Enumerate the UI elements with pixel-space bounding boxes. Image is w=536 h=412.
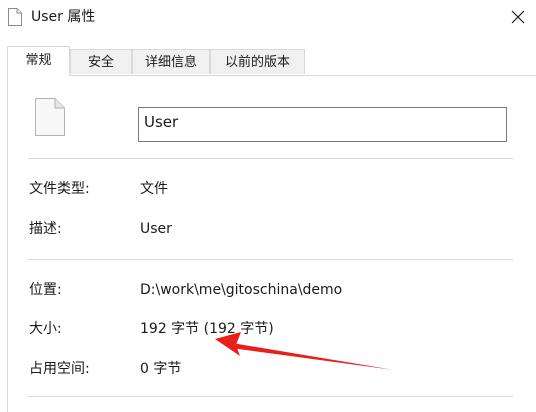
close-icon [511, 10, 525, 24]
divider [28, 396, 513, 397]
tab-general[interactable]: 常规 [7, 46, 70, 76]
tab-security[interactable]: 安全 [70, 49, 132, 74]
file-type-label: 文件类型: [29, 181, 90, 197]
tab-details[interactable]: 详细信息 [132, 49, 210, 74]
file-icon [35, 98, 65, 136]
size-value: 192 字节 (192 字节) [140, 321, 274, 337]
location-value: D:\work\me\gitoschina\demo [140, 282, 343, 298]
disk-size-value: 0 字节 [140, 361, 182, 377]
file-type-value: 文件 [140, 181, 168, 197]
close-button[interactable] [500, 0, 536, 34]
disk-size-label: 占用空间: [29, 361, 90, 377]
location-label: 位置: [29, 282, 62, 298]
divider [28, 158, 513, 159]
general-panel: 文件类型: 文件 描述: User 位置: D:\work\me\gitosch… [7, 75, 536, 412]
title-bar: User 属性 [0, 0, 536, 34]
size-label: 大小: [29, 321, 62, 337]
file-icon [8, 8, 22, 26]
file-name-input[interactable] [138, 107, 507, 142]
description-label: 描述: [29, 221, 62, 237]
tab-previous-versions[interactable]: 以前的版本 [210, 49, 305, 74]
window-title: User 属性 [31, 9, 96, 25]
description-value: User [140, 221, 172, 237]
properties-window: User 属性 常规 安全 详细信息 以前的版本 文件类型: 文件 描述: Us… [0, 0, 536, 412]
divider [28, 259, 513, 260]
